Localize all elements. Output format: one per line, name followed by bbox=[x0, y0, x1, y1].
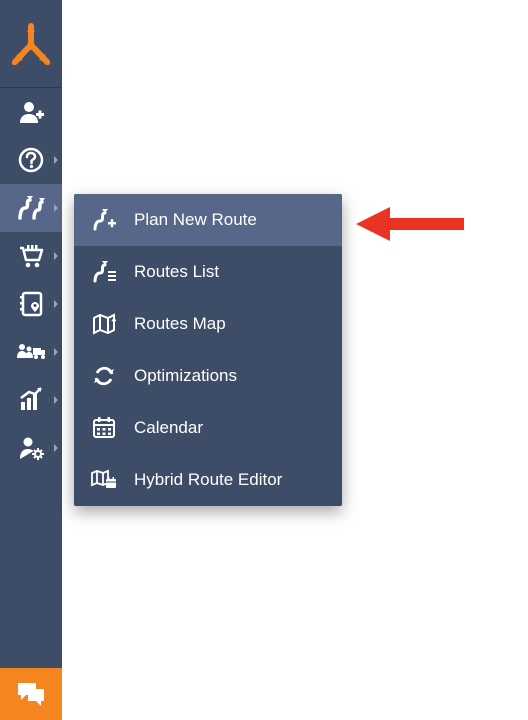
menu-item-label: Calendar bbox=[134, 418, 203, 438]
calendar-icon bbox=[90, 417, 118, 439]
arrow-left-icon bbox=[356, 205, 466, 243]
routes-flyout-menu: Plan New Route Routes List Routes Map bbox=[74, 194, 342, 506]
sidebar-item-orders[interactable] bbox=[0, 232, 62, 280]
team-truck-icon bbox=[16, 338, 46, 366]
menu-item-optimizations[interactable]: Optimizations bbox=[74, 350, 342, 402]
cart-icon bbox=[17, 242, 45, 270]
sidebar-item-user-settings[interactable] bbox=[0, 424, 62, 472]
menu-item-label: Plan New Route bbox=[134, 210, 257, 230]
analytics-icon bbox=[17, 386, 45, 414]
caret-icon bbox=[54, 252, 58, 260]
menu-item-label: Optimizations bbox=[134, 366, 237, 386]
chat-icon bbox=[16, 681, 46, 707]
menu-item-label: Routes Map bbox=[134, 314, 226, 334]
hybrid-editor-icon bbox=[90, 469, 118, 491]
menu-item-hybrid-route-editor[interactable]: Hybrid Route Editor bbox=[74, 454, 342, 506]
caret-icon bbox=[54, 348, 58, 356]
app-logo[interactable] bbox=[0, 0, 62, 88]
route-plus-icon bbox=[90, 209, 118, 231]
sidebar-item-routes[interactable] bbox=[0, 184, 62, 232]
menu-item-routes-list[interactable]: Routes List bbox=[74, 246, 342, 298]
menu-item-calendar[interactable]: Calendar bbox=[74, 402, 342, 454]
sidebar bbox=[0, 0, 62, 720]
user-plus-icon bbox=[17, 98, 45, 126]
caret-icon bbox=[54, 444, 58, 452]
route-list-icon bbox=[90, 261, 118, 283]
user-gear-icon bbox=[17, 434, 45, 462]
map-icon bbox=[90, 313, 118, 335]
menu-item-routes-map[interactable]: Routes Map bbox=[74, 298, 342, 350]
sidebar-item-team[interactable] bbox=[0, 328, 62, 376]
sidebar-item-analytics[interactable] bbox=[0, 376, 62, 424]
address-book-icon bbox=[17, 290, 45, 318]
help-icon bbox=[17, 146, 45, 174]
route4me-logo-icon bbox=[7, 20, 55, 68]
sidebar-chat-button[interactable] bbox=[0, 668, 62, 720]
sidebar-nav bbox=[0, 88, 62, 668]
routes-icon bbox=[16, 194, 46, 222]
menu-item-label: Hybrid Route Editor bbox=[134, 470, 282, 490]
menu-item-label: Routes List bbox=[134, 262, 219, 282]
caret-icon bbox=[54, 204, 58, 212]
sidebar-item-add-user[interactable] bbox=[0, 88, 62, 136]
sidebar-item-address-book[interactable] bbox=[0, 280, 62, 328]
caret-icon bbox=[54, 156, 58, 164]
sidebar-item-help[interactable] bbox=[0, 136, 62, 184]
caret-icon bbox=[54, 396, 58, 404]
refresh-icon bbox=[90, 365, 118, 387]
callout-arrow bbox=[356, 205, 466, 243]
menu-item-plan-new-route[interactable]: Plan New Route bbox=[74, 194, 342, 246]
caret-icon bbox=[54, 300, 58, 308]
